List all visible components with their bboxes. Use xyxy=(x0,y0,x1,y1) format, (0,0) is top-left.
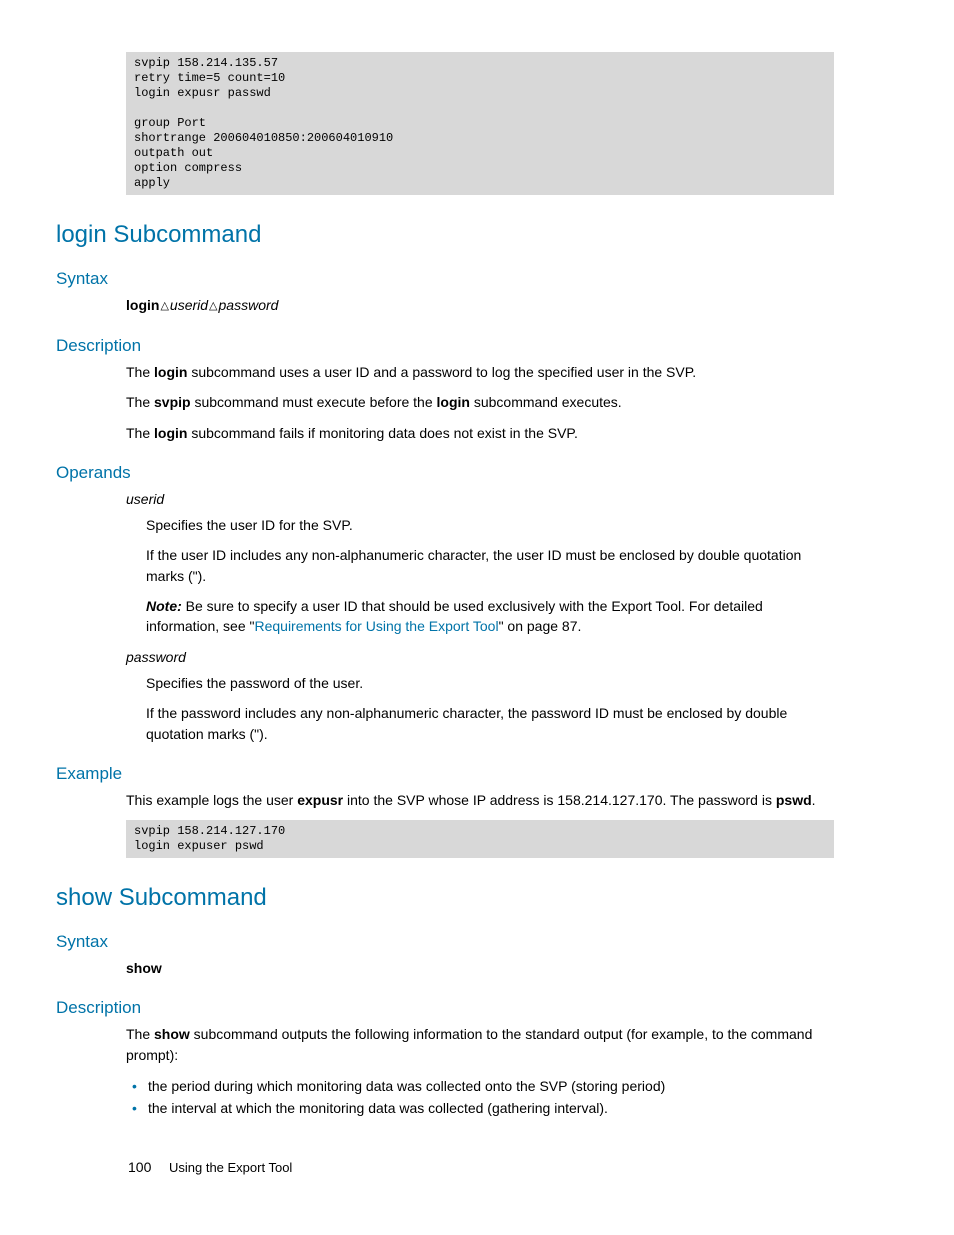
heading-syntax: Syntax xyxy=(56,269,894,289)
text: The xyxy=(126,394,154,410)
text: subcommand executes. xyxy=(470,394,622,410)
code-block-1: svpip 158.214.135.57 retry time=5 count=… xyxy=(126,52,834,195)
text: The xyxy=(126,425,154,441)
show-desc: The show subcommand outputs the followin… xyxy=(126,1024,834,1065)
text: The xyxy=(126,364,154,380)
page-number: 100 xyxy=(128,1159,151,1175)
bold: login xyxy=(437,394,470,410)
heading-operands: Operands xyxy=(56,463,894,483)
note-label: Note: xyxy=(146,598,182,614)
text: . xyxy=(812,792,816,808)
text: subcommand must execute before the xyxy=(191,394,437,410)
heading-login-subcommand: login Subcommand xyxy=(56,221,894,249)
text: subcommand outputs the following informa… xyxy=(126,1026,812,1062)
operand-userid: userid xyxy=(126,491,164,507)
bold: show xyxy=(154,1026,190,1042)
triangle-icon: △ xyxy=(160,299,168,315)
text: This example logs the user xyxy=(126,792,297,808)
text: subcommand uses a user ID and a password… xyxy=(187,364,696,380)
text: subcommand fails if monitoring data does… xyxy=(187,425,577,441)
list-item: the period during which monitoring data … xyxy=(126,1075,894,1097)
heading-show-subcommand: show Subcommand xyxy=(56,884,894,912)
triangle-icon: △ xyxy=(209,299,217,315)
syntax-userid: userid xyxy=(170,297,208,313)
code-block-2: svpip 158.214.127.170 login expuser pswd xyxy=(126,820,834,858)
bold: login xyxy=(154,425,187,441)
text: " on page 87. xyxy=(499,618,582,634)
bold: svpip xyxy=(154,394,191,410)
bold: pswd xyxy=(776,792,812,808)
text: into the SVP whose IP address is 158.214… xyxy=(343,792,776,808)
syntax-line: login△userid△password xyxy=(126,295,834,316)
heading-syntax-show: Syntax xyxy=(56,932,894,952)
list-item: the interval at which the monitoring dat… xyxy=(126,1097,894,1119)
operand-userid-desc1: Specifies the user ID for the SVP. xyxy=(146,515,834,535)
desc-p2: The svpip subcommand must execute before… xyxy=(126,392,834,412)
operand-password: password xyxy=(126,649,186,665)
operand-userid-desc2: If the user ID includes any non-alphanum… xyxy=(146,545,834,586)
footer-text: Using the Export Tool xyxy=(169,1160,292,1175)
desc-p3: The login subcommand fails if monitoring… xyxy=(126,423,834,443)
page-footer: 100 Using the Export Tool xyxy=(128,1159,292,1175)
bold: expusr xyxy=(297,792,343,808)
heading-description-show: Description xyxy=(56,998,894,1018)
bold: login xyxy=(154,364,187,380)
link-requirements[interactable]: Requirements for Using the Export Tool xyxy=(254,618,498,634)
text: The xyxy=(126,1026,154,1042)
heading-example: Example xyxy=(56,764,894,784)
syntax-login: login xyxy=(126,297,159,313)
example-text: This example logs the user expusr into t… xyxy=(126,790,834,810)
operand-note: Note: Be sure to specify a user ID that … xyxy=(146,596,834,637)
heading-description: Description xyxy=(56,336,894,356)
operand-password-desc1: Specifies the password of the user. xyxy=(146,673,834,693)
syntax-password: password xyxy=(219,297,279,313)
syntax-show: show xyxy=(126,960,162,976)
operand-password-desc2: If the password includes any non-alphanu… xyxy=(146,703,834,744)
desc-p1: The login subcommand uses a user ID and … xyxy=(126,362,834,382)
